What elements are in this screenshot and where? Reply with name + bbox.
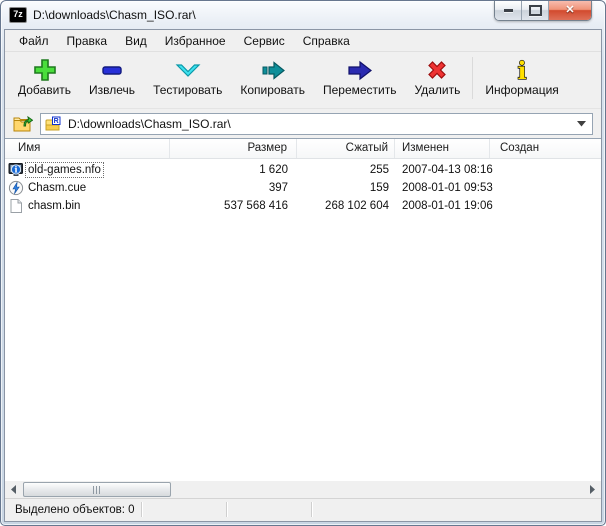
file-size-cell: 397: [268, 182, 288, 194]
rar-archive-icon: R: [45, 116, 61, 130]
file-name[interactable]: old-games.nfo: [25, 162, 104, 178]
column-header-size[interactable]: Размер: [170, 139, 297, 158]
menu-edit[interactable]: Правка: [58, 32, 117, 50]
statusbar-divider: [141, 502, 143, 517]
test-chevron-icon: [175, 64, 201, 77]
delete-x-icon: [428, 61, 447, 79]
add-plus-icon: [33, 59, 56, 81]
menu-bar: Файл Правка Вид Избранное Сервис Справка: [5, 30, 601, 52]
menu-view[interactable]: Вид: [116, 32, 156, 50]
table-row[interactable]: i old-games.nfo 1 620 255 2007-04-13 08:…: [5, 161, 601, 179]
minimize-icon: [503, 9, 513, 12]
up-one-level-button[interactable]: [10, 112, 36, 136]
status-bar: Выделено объектов: 0: [5, 498, 601, 521]
file-packed-cell: 268 102 604: [325, 200, 389, 212]
menu-help[interactable]: Справка: [294, 32, 359, 50]
toolbar-button-label: Переместить: [322, 83, 397, 97]
file-modified-cell: 2008-01-01 19:06: [402, 200, 493, 212]
copy-arrow-icon: [262, 61, 285, 80]
test-button[interactable]: Тестировать: [145, 56, 230, 98]
file-name-cell: i old-games.nfo: [5, 162, 170, 178]
scrollbar-grip-icon: [93, 485, 101, 494]
app-window: 7z D:\downloads\Chasm_ISO.rar\ ✕ Файл Пр…: [0, 0, 606, 526]
scrollbar-thumb[interactable]: [23, 482, 171, 497]
extract-minus-icon: [102, 66, 122, 75]
maximize-icon: [528, 5, 542, 16]
maximize-button[interactable]: [522, 1, 549, 20]
file-packed-cell: 255: [369, 164, 389, 176]
menu-file[interactable]: Файл: [10, 32, 58, 50]
file-modified-cell: 2007-04-13 08:16: [402, 164, 493, 176]
address-combobox[interactable]: R D:\downloads\Chasm_ISO.rar\: [40, 112, 593, 135]
copy-button[interactable]: Копировать: [232, 56, 313, 98]
window-title: D:\downloads\Chasm_ISO.rar\: [33, 7, 196, 22]
close-button[interactable]: ✕: [549, 1, 591, 20]
folder-up-icon: [13, 115, 33, 132]
svg-text:R: R: [54, 118, 59, 125]
delete-button[interactable]: Удалить: [407, 56, 469, 98]
column-header-packed[interactable]: Сжатый: [297, 139, 395, 158]
file-modified-cell: 2008-01-01 09:53: [402, 182, 493, 194]
minimize-button[interactable]: [495, 1, 522, 20]
file-list-panel: Имя Размер Сжатый Изменен Создан i old-g…: [5, 138, 601, 498]
statusbar-divider: [226, 502, 228, 517]
bin-file-icon: [10, 199, 22, 213]
dropdown-arrow-icon[interactable]: [574, 114, 589, 134]
file-packed-cell: 159: [369, 182, 389, 194]
selected-objects-status: Выделено объектов: 0: [15, 504, 135, 516]
scroll-left-button[interactable]: [5, 481, 22, 498]
toolbar-separator: [472, 57, 474, 99]
cue-file-icon: [8, 180, 24, 196]
file-name[interactable]: chasm.bin: [26, 199, 82, 213]
list-body: i old-games.nfo 1 620 255 2007-04-13 08:…: [5, 159, 601, 481]
info-i-icon: i: [517, 57, 527, 83]
column-header-created[interactable]: Создан: [490, 139, 601, 158]
toolbar-button-label: Копировать: [240, 83, 305, 97]
nfo-file-icon: i: [8, 163, 23, 176]
list-header: Имя Размер Сжатый Изменен Создан: [5, 139, 601, 159]
file-name-cell: Chasm.cue: [5, 180, 170, 196]
address-path[interactable]: D:\downloads\Chasm_ISO.rar\: [63, 117, 574, 131]
info-button[interactable]: i Информация: [477, 56, 566, 98]
svg-text:i: i: [518, 57, 527, 83]
table-row[interactable]: Chasm.cue 397 159 2008-01-01 09:53: [5, 179, 601, 197]
close-icon: ✕: [565, 4, 575, 16]
column-header-name[interactable]: Имя: [5, 139, 170, 158]
scroll-left-icon: [11, 485, 16, 494]
menu-tools[interactable]: Сервис: [235, 32, 294, 50]
toolbar-button-label: Тестировать: [153, 83, 223, 97]
file-size-cell: 537 568 416: [224, 200, 288, 212]
caption-button-group: ✕: [494, 1, 592, 21]
add-button[interactable]: Добавить: [10, 56, 79, 98]
toolbar-button-label: Информация: [485, 83, 559, 97]
menu-favorites[interactable]: Избранное: [156, 32, 235, 50]
scroll-right-icon: [590, 485, 595, 494]
toolbar: Добавить Извлечь Тестировать Копировать …: [5, 52, 601, 109]
horizontal-scrollbar[interactable]: [5, 481, 601, 498]
client-area: Файл Правка Вид Избранное Сервис Справка…: [4, 29, 602, 522]
address-bar: R D:\downloads\Chasm_ISO.rar\: [5, 109, 601, 138]
app-7zip-icon: 7z: [9, 6, 27, 23]
move-button[interactable]: Переместить: [315, 56, 405, 98]
toolbar-button-label: Удалить: [414, 83, 461, 97]
statusbar-divider: [311, 502, 313, 517]
column-header-modified[interactable]: Изменен: [395, 139, 490, 158]
scroll-right-button[interactable]: [584, 481, 601, 498]
move-arrow-icon: [348, 60, 372, 81]
toolbar-button-label: Извлечь: [89, 83, 136, 97]
toolbar-button-label: Добавить: [18, 83, 72, 97]
file-name-cell: chasm.bin: [5, 198, 170, 214]
file-size-cell: 1 620: [259, 164, 288, 176]
table-row[interactable]: chasm.bin 537 568 416 268 102 604 2008-0…: [5, 197, 601, 215]
extract-button[interactable]: Извлечь: [81, 56, 143, 98]
file-name[interactable]: Chasm.cue: [26, 181, 88, 195]
